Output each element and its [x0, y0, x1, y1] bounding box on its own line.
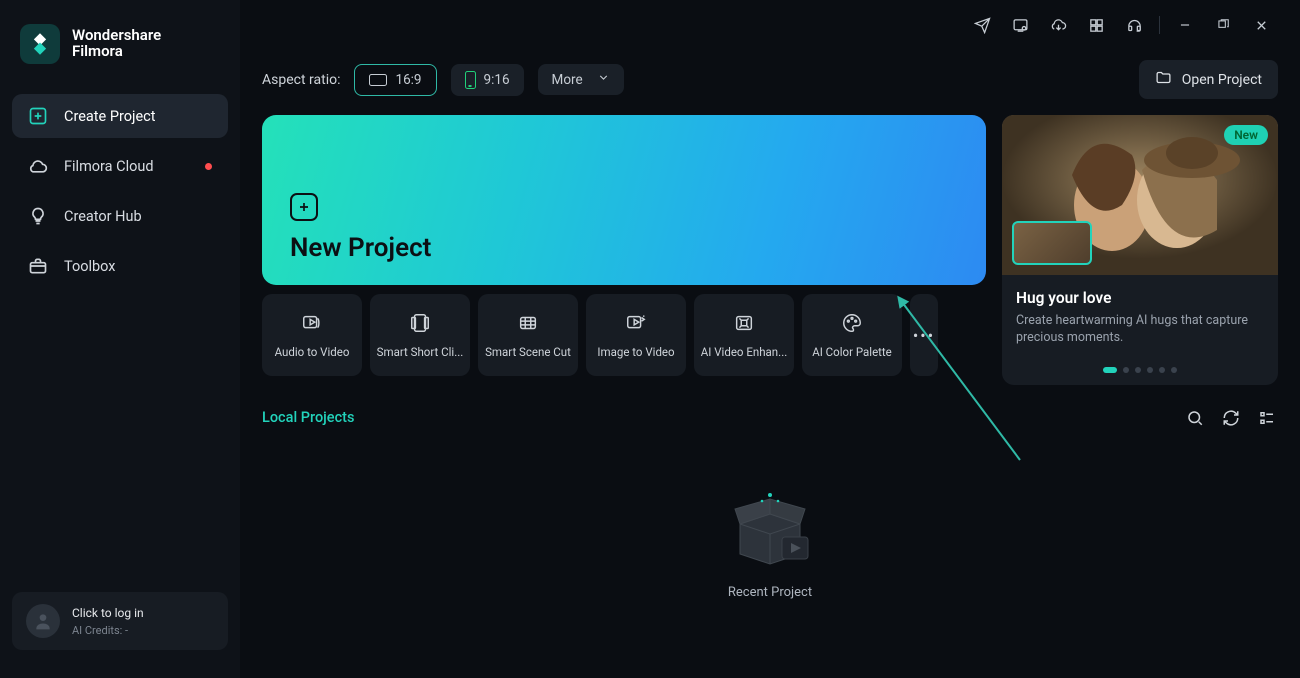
image-to-video-icon: [624, 311, 648, 335]
brand-line2: Filmora: [72, 44, 161, 60]
promo-card[interactable]: New Hug your love Create heartwarming AI…: [1002, 115, 1278, 385]
new-project-card[interactable]: New Project: [262, 115, 986, 285]
tool-label: Smart Scene Cut: [484, 345, 572, 359]
landscape-icon: [369, 74, 387, 86]
tools-row: Audio to Video Smart Short Cli... Smart …: [262, 294, 986, 376]
new-project-title: New Project: [290, 233, 958, 263]
portrait-phone-icon: [465, 71, 476, 89]
ai-video-enhancer-icon: [732, 311, 756, 335]
tool-image-to-video[interactable]: Image to Video: [586, 294, 686, 376]
logo-icon: [20, 24, 60, 64]
headset-icon[interactable]: [1117, 10, 1151, 40]
promo-dot[interactable]: [1123, 367, 1129, 373]
search-icon[interactable]: [1184, 407, 1206, 429]
sidebar-item-label: Creator Hub: [64, 208, 142, 225]
tab-local-projects[interactable]: Local Projects: [262, 409, 354, 426]
aspect-ratio-label: Aspect ratio:: [262, 72, 340, 88]
aspect-9-16-label: 9:16: [484, 72, 510, 88]
empty-box-icon: [720, 489, 820, 569]
sidebar-item-label: Create Project: [64, 108, 156, 125]
cloud-icon: [28, 156, 48, 176]
chevron-down-icon: [597, 71, 610, 88]
promo-dot[interactable]: [1147, 367, 1153, 373]
promo-image: New: [1002, 115, 1278, 275]
sidebar-item-create-project[interactable]: Create Project: [12, 94, 228, 138]
aspect-16-9-label: 16:9: [395, 72, 421, 88]
login-card[interactable]: Click to log in AI Credits: -: [12, 592, 228, 650]
promo-dot[interactable]: [1159, 367, 1165, 373]
send-icon[interactable]: [965, 10, 999, 40]
sidebar-item-toolbox[interactable]: Toolbox: [12, 244, 228, 288]
ai-color-palette-icon: [840, 311, 864, 335]
tool-label: Smart Short Cli...: [376, 345, 464, 359]
sidebar-nav: Create Project Filmora Cloud Creator Hub: [0, 86, 240, 296]
audio-to-video-icon: [300, 311, 324, 335]
tool-label: AI Video Enhan...: [700, 345, 788, 359]
aspect-9-16-button[interactable]: 9:16: [451, 64, 524, 96]
empty-caption: Recent Project: [728, 585, 812, 600]
list-view-icon[interactable]: [1256, 407, 1278, 429]
promo-pagination[interactable]: [1002, 357, 1278, 385]
aspect-16-9-button[interactable]: 16:9: [354, 64, 436, 96]
app-logo: Wondershare Filmora: [0, 14, 240, 86]
minimize-icon[interactable]: [1168, 10, 1202, 40]
bulb-icon: [28, 206, 48, 226]
titlebar: [262, 0, 1278, 46]
tool-ai-color-palette[interactable]: AI Color Palette: [802, 294, 902, 376]
cloud-download-icon[interactable]: [1041, 10, 1075, 40]
tool-smart-short-clip[interactable]: Smart Short Cli...: [370, 294, 470, 376]
aspect-more-label: More: [552, 72, 583, 88]
promo-dot[interactable]: [1103, 367, 1117, 373]
media-icon[interactable]: [1003, 10, 1037, 40]
tool-label: AI Color Palette: [808, 345, 896, 359]
grid-icon[interactable]: [1079, 10, 1113, 40]
promo-dot[interactable]: [1171, 367, 1177, 373]
close-icon[interactable]: [1244, 10, 1278, 40]
empty-state: Recent Project: [262, 489, 1278, 600]
promo-thumbnail: [1012, 221, 1092, 265]
open-project-label: Open Project: [1182, 72, 1262, 88]
tool-label: Audio to Video: [268, 345, 356, 359]
tool-ai-video-enhancer[interactable]: AI Video Enhan...: [694, 294, 794, 376]
sidebar: Wondershare Filmora Create Project Filmo…: [0, 0, 240, 678]
aspect-more-button[interactable]: More: [538, 64, 624, 95]
plus-square-icon: [290, 193, 318, 221]
section-header: Local Projects: [262, 407, 1278, 429]
tool-smart-scene-cut[interactable]: Smart Scene Cut: [478, 294, 578, 376]
folder-icon: [1155, 69, 1172, 90]
main: Aspect ratio: 16:9 9:16 More Open Projec…: [240, 0, 1300, 678]
notification-dot-icon: [205, 163, 212, 170]
open-project-button[interactable]: Open Project: [1139, 60, 1278, 99]
login-title: Click to log in: [72, 606, 144, 620]
maximize-icon[interactable]: [1206, 10, 1240, 40]
promo-title: Hug your love: [1016, 289, 1264, 307]
more-dots-icon: •••: [913, 326, 935, 345]
tool-label: Image to Video: [592, 345, 680, 359]
toolbar: Aspect ratio: 16:9 9:16 More Open Projec…: [262, 46, 1278, 115]
plus-square-icon: [28, 106, 48, 126]
smart-short-clip-icon: [408, 311, 432, 335]
login-credits: AI Credits: -: [72, 624, 144, 637]
smart-scene-cut-icon: [516, 311, 540, 335]
tool-more-button[interactable]: •••: [910, 294, 938, 376]
titlebar-separator: [1159, 16, 1160, 34]
toolbox-icon: [28, 256, 48, 276]
promo-dot[interactable]: [1135, 367, 1141, 373]
sidebar-item-creator-hub[interactable]: Creator Hub: [12, 194, 228, 238]
sidebar-item-label: Toolbox: [64, 258, 115, 275]
avatar-icon: [26, 604, 60, 638]
refresh-icon[interactable]: [1220, 407, 1242, 429]
promo-desc: Create heartwarming AI hugs that capture…: [1016, 313, 1264, 347]
sidebar-item-label: Filmora Cloud: [64, 158, 154, 175]
tool-audio-to-video[interactable]: Audio to Video: [262, 294, 362, 376]
sidebar-item-filmora-cloud[interactable]: Filmora Cloud: [12, 144, 228, 188]
promo-new-badge: New: [1224, 125, 1268, 145]
